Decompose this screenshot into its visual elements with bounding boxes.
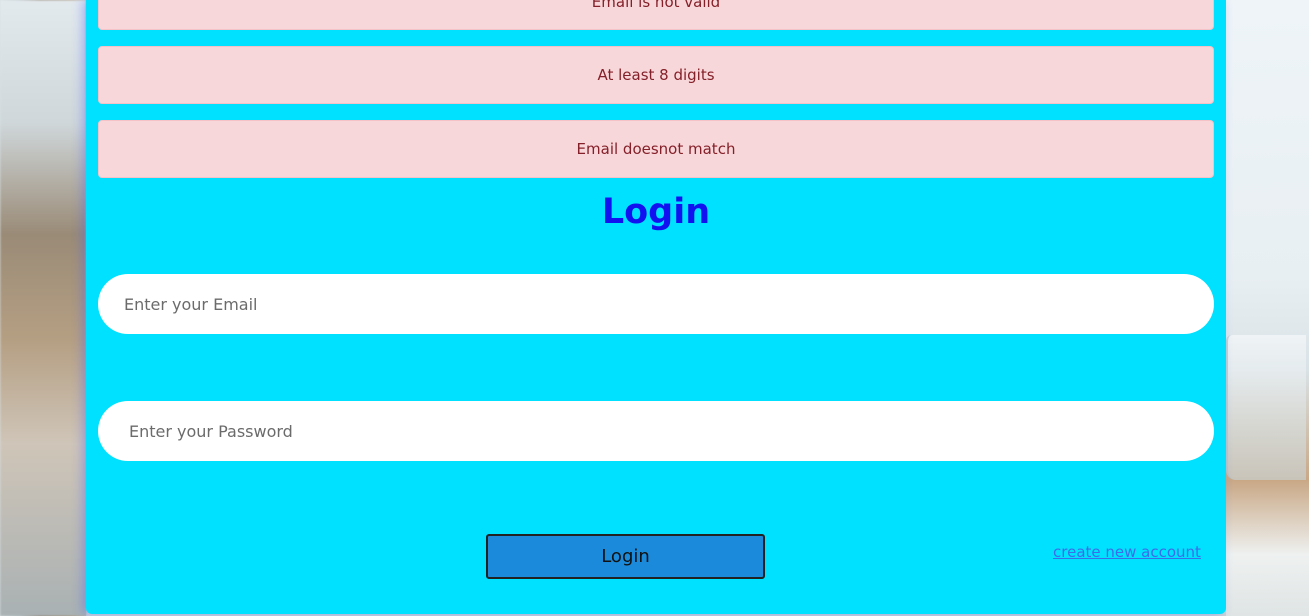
email-input[interactable] xyxy=(98,274,1214,334)
password-input[interactable] xyxy=(98,401,1214,461)
glass-decoration xyxy=(1226,335,1306,480)
background-photo-left xyxy=(0,0,86,616)
error-alert-email-mismatch: Email doesnot match xyxy=(98,120,1214,178)
error-alert-password-length: At least 8 digits xyxy=(98,46,1214,104)
error-alert-email-invalid: Email is not valid xyxy=(98,0,1214,30)
login-button[interactable]: Login xyxy=(486,534,765,579)
alert-message: At least 8 digits xyxy=(597,66,715,84)
login-card: Email is not valid At least 8 digits Ema… xyxy=(86,0,1226,614)
alert-message: Email is not valid xyxy=(591,0,721,11)
create-account-link[interactable]: create new account xyxy=(1053,543,1201,561)
background-photo-right xyxy=(1226,0,1309,616)
alert-message: Email doesnot match xyxy=(576,140,736,158)
login-title: Login xyxy=(601,192,711,232)
